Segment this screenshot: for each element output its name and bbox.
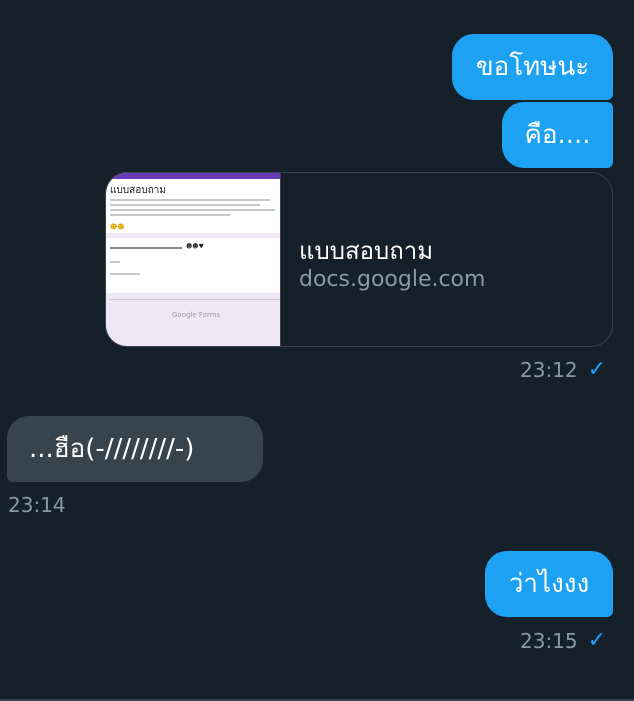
message-bubble-incoming[interactable]: ...ฮือ(-////////-) — [7, 416, 263, 482]
timestamp: 23:15 — [520, 628, 578, 653]
checkmark-icon: ✓ — [587, 357, 607, 382]
link-domain: docs.google.com — [299, 267, 486, 292]
link-preview-card[interactable]: แบบสอบถาม ☻☻ ☻☻♥ Google Forms แบบสอบถาม … — [105, 172, 613, 347]
message-text: ขอโทษนะ — [475, 52, 590, 82]
google-forms-logo: Google Forms — [172, 311, 221, 319]
timestamp: 23:12 — [520, 357, 578, 382]
checkmark-icon: ✓ — [587, 628, 607, 653]
message-text: ...ฮือ(-////////-) — [29, 434, 195, 464]
message-text: ว่าไงงง — [508, 569, 590, 599]
message-meta: 23:14 — [8, 493, 66, 517]
link-title: แบบสอบถาม — [299, 237, 434, 265]
message-meta: 23:15 ✓ — [520, 628, 606, 653]
message-meta: 23:12 ✓ — [520, 357, 606, 382]
timestamp: 23:14 — [8, 493, 66, 517]
emoji-icon: ☻☻ — [110, 223, 125, 231]
message-text: คือ.... — [524, 120, 591, 150]
link-thumbnail: แบบสอบถาม ☻☻ ☻☻♥ Google Forms — [106, 173, 281, 346]
message-bubble-outgoing[interactable]: คือ.... — [502, 102, 613, 168]
message-bubble-outgoing[interactable]: ขอโทษนะ — [452, 34, 613, 100]
message-bubble-outgoing[interactable]: ว่าไงงง — [485, 551, 613, 617]
